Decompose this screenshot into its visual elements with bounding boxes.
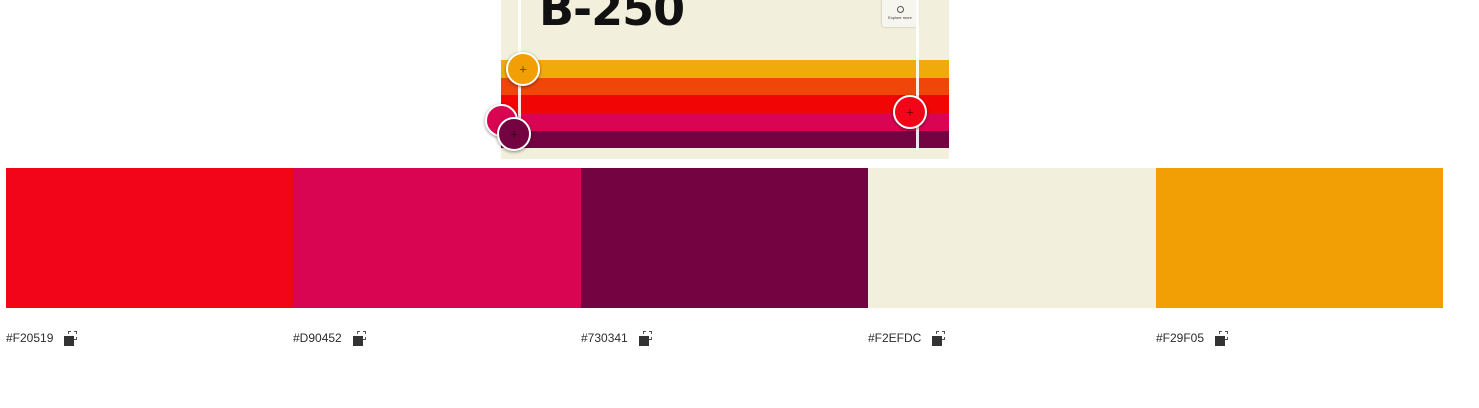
hex-code-text: #730341: [581, 331, 628, 345]
hex-code-text: #F29F05: [1156, 331, 1205, 345]
compass-icon: [896, 6, 904, 13]
image-stripe: [501, 113, 949, 131]
image-stripe: [501, 60, 949, 78]
swatch-label: #D90452: [293, 330, 368, 346]
color-swatch[interactable]: [580, 168, 869, 308]
image-stripe: [501, 131, 949, 148]
color-picker-handle[interactable]: +: [497, 117, 531, 151]
palette-swatches: [6, 168, 1444, 308]
image-heading-text: B-250: [539, 0, 685, 36]
image-stripe: [501, 95, 949, 113]
swatch-label: #F20519: [6, 330, 79, 346]
image-stripe: [501, 78, 949, 95]
swatch-label: #F2EFDC: [868, 330, 947, 346]
copy-icon[interactable]: [932, 330, 947, 346]
source-image-preview: B-250 Explore more: [501, 0, 949, 159]
plus-icon: +: [519, 61, 527, 77]
color-swatch[interactable]: [868, 168, 1156, 308]
color-swatch[interactable]: [293, 168, 581, 308]
swatch-label: #F29F05: [1156, 330, 1230, 346]
color-swatch[interactable]: [1155, 168, 1444, 308]
explore-more-button[interactable]: Explore more: [882, 0, 918, 27]
copy-icon[interactable]: [352, 330, 368, 346]
copy-icon[interactable]: [64, 330, 79, 346]
plus-icon: +: [906, 104, 914, 120]
hex-code-text: #F2EFDC: [868, 331, 922, 345]
color-swatch[interactable]: [6, 168, 294, 308]
copy-icon[interactable]: [638, 330, 654, 346]
hex-code-text: #D90452: [293, 331, 342, 345]
color-picker-handle[interactable]: +: [506, 52, 540, 86]
plus-icon: +: [510, 126, 518, 142]
explore-more-label: Explore more: [888, 15, 912, 20]
copy-icon[interactable]: [1215, 330, 1230, 346]
color-picker-handle[interactable]: +: [893, 95, 927, 129]
swatch-label: #730341: [581, 330, 654, 346]
hex-code-text: #F20519: [6, 331, 54, 345]
